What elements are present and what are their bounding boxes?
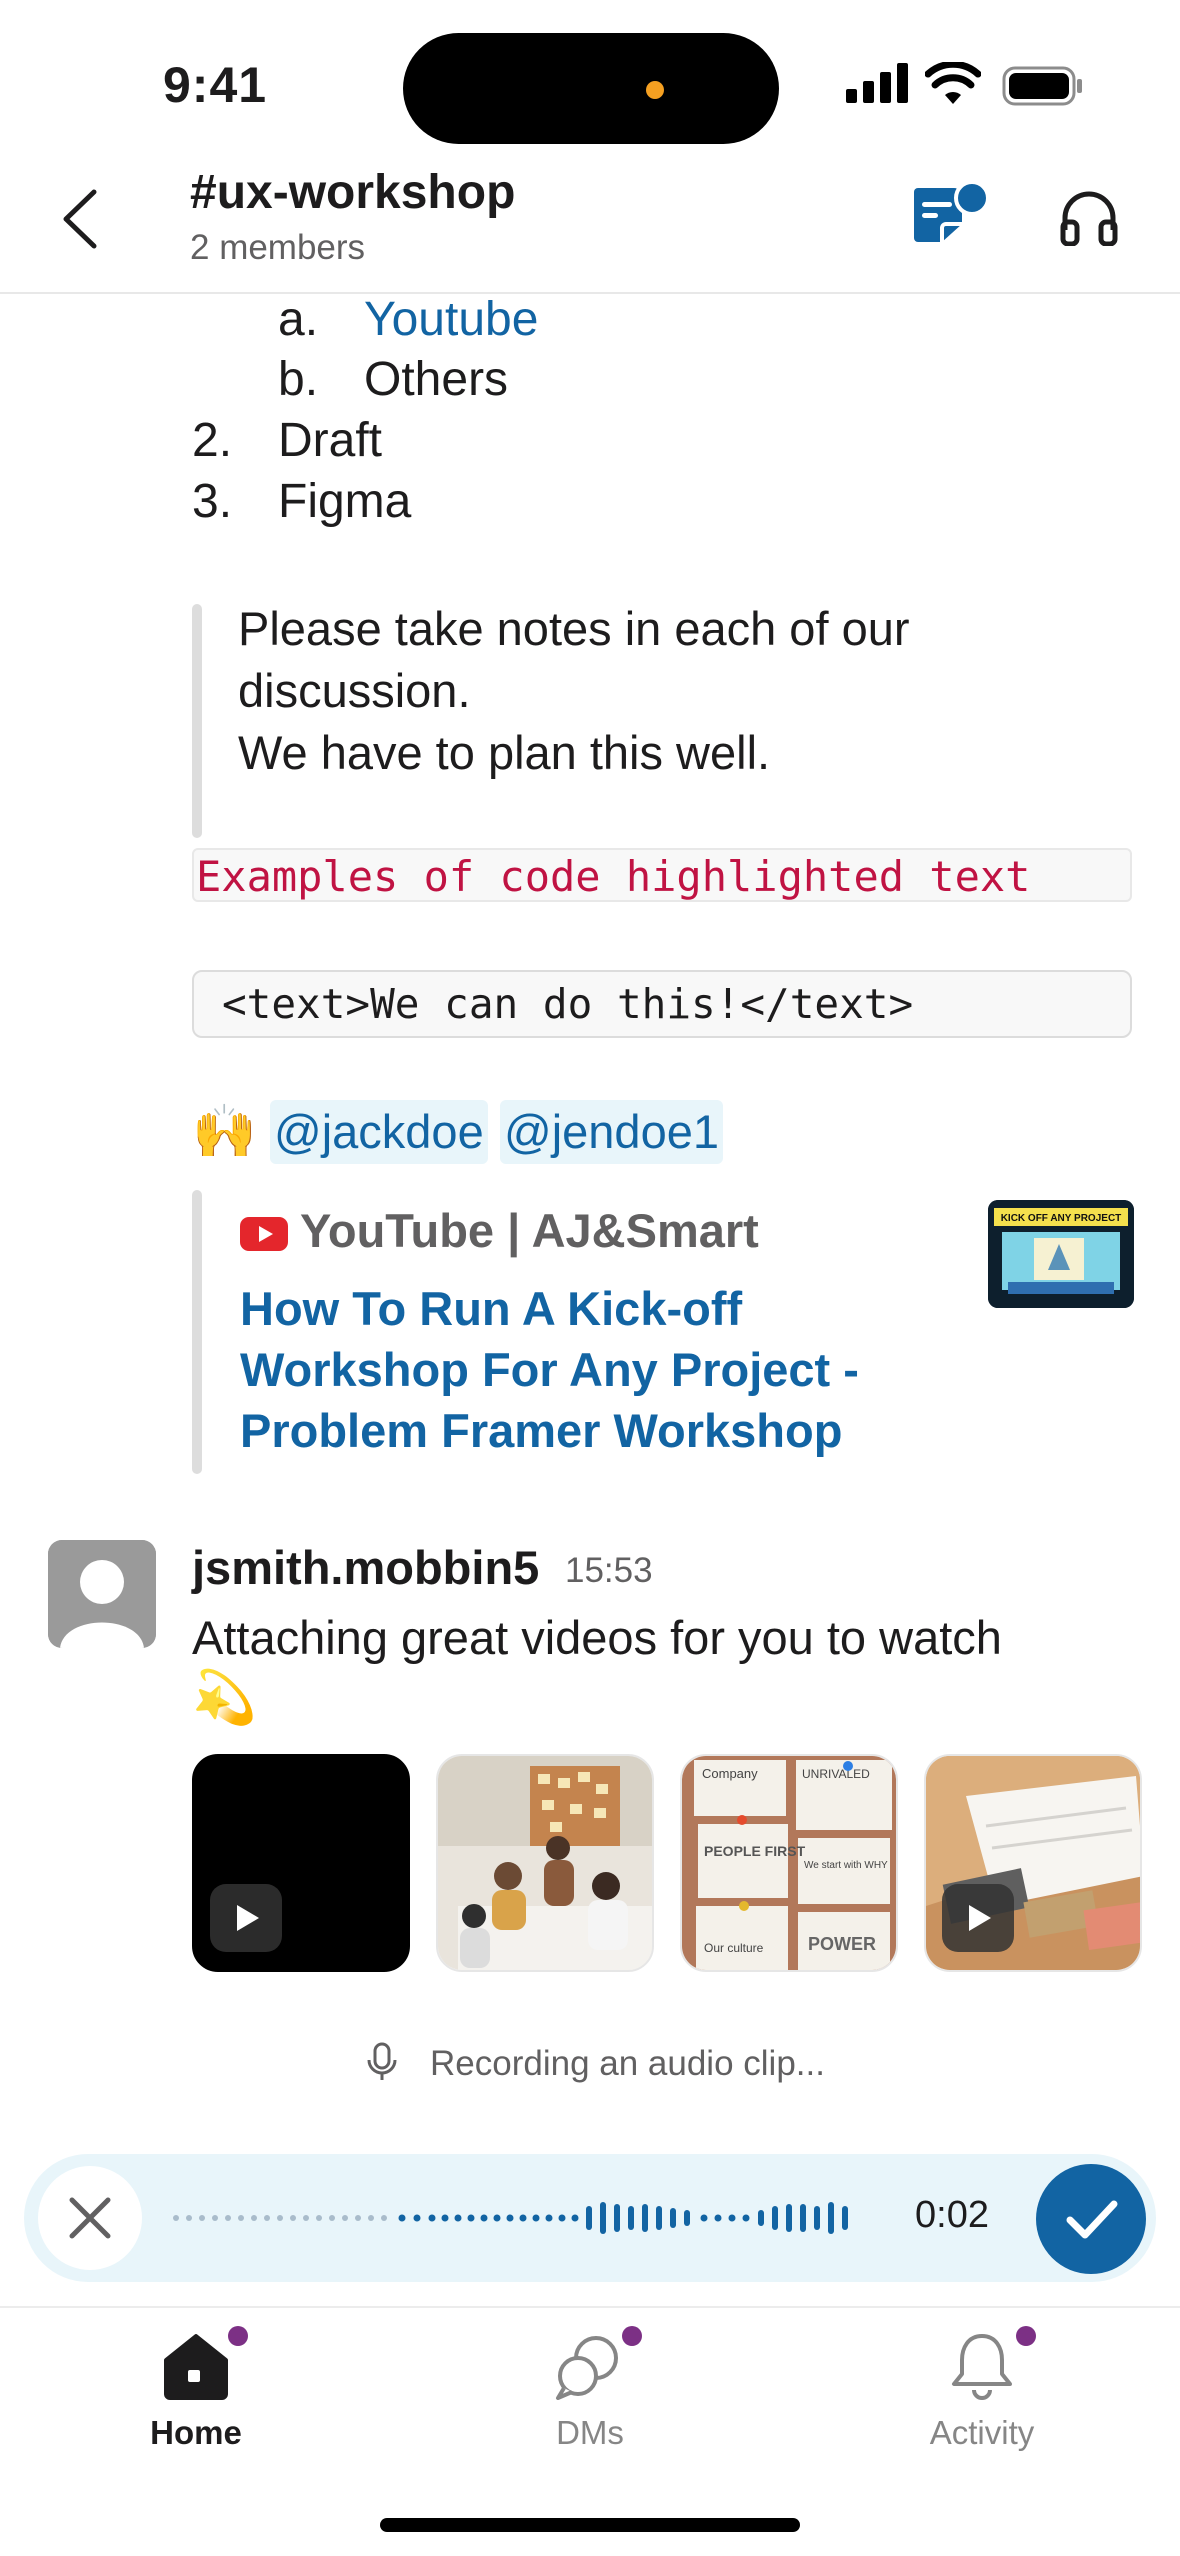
message-author[interactable]: jsmith.mobbin5 xyxy=(192,1540,539,1595)
send-recording-button[interactable] xyxy=(1036,2164,1146,2274)
video-attachment[interactable] xyxy=(192,1754,410,1972)
preview-source: YouTube | AJ&Smart xyxy=(300,1204,759,1257)
close-icon[interactable] xyxy=(38,2166,142,2270)
message-text: Attaching great videos for you to watch … xyxy=(192,1608,1112,1729)
headphones-icon[interactable] xyxy=(1060,190,1118,246)
preview-title-line: How To Run A Kick-off xyxy=(240,1282,743,1335)
canvas-notification-dot xyxy=(954,180,990,216)
mention-jackdoe[interactable]: @jackdoe xyxy=(270,1100,488,1164)
home-icon xyxy=(164,2334,228,2400)
activity-notification-dot xyxy=(1016,2326,1036,2346)
raised-hands-emoji: 🙌 xyxy=(192,1103,257,1161)
inline-code-text: Examples of code highlighted text xyxy=(196,852,1031,901)
tab-dms[interactable]: DMs xyxy=(460,2316,720,2456)
quote-line: discussion. xyxy=(238,664,471,717)
image-attachment[interactable]: Company UNRIVALED PEOPLE FIRST We start … xyxy=(680,1754,898,1972)
play-icon[interactable] xyxy=(942,1884,1014,1952)
list-marker-3: 3. xyxy=(192,475,233,528)
tab-bar-divider xyxy=(0,2306,1180,2308)
dms-notification-dot xyxy=(622,2326,642,2346)
dizzy-emoji: 💫 xyxy=(192,1669,257,1727)
back-chevron-icon[interactable] xyxy=(60,188,100,250)
blockquote: Please take notes in each of our discuss… xyxy=(238,598,1058,784)
tab-label-activity: Activity xyxy=(929,2414,1035,2451)
camera-indicator-dot xyxy=(646,81,664,99)
sticky-note-text: PEOPLE FIRST xyxy=(704,1843,806,1859)
thumbnail-caption: KICK OFF ANY PROJECT xyxy=(1001,1213,1122,1224)
checkmark-icon[interactable] xyxy=(1036,2164,1146,2274)
avatar[interactable] xyxy=(48,1540,156,1648)
sticky-note-text: Our culture xyxy=(704,1941,764,1955)
code-block-text: <text>We can do this!</text> xyxy=(222,980,914,1028)
code-block: <text>We can do this!</text> xyxy=(192,970,1132,1038)
tab-activity[interactable]: Activity xyxy=(852,2316,1112,2456)
status-time: 9:41 xyxy=(163,57,268,113)
list-marker-2: 2. xyxy=(192,414,233,467)
channel-member-count[interactable]: 2 members xyxy=(190,228,365,268)
channel-title[interactable]: #ux-workshop xyxy=(190,165,515,220)
preview-bar xyxy=(192,1190,202,1474)
play-icon[interactable] xyxy=(210,1884,282,1952)
preview-title-line: Workshop For Any Project - xyxy=(240,1343,859,1396)
waveform xyxy=(173,2202,848,2234)
battery-icon xyxy=(1002,66,1082,106)
bell-icon xyxy=(952,2334,1012,2400)
quote-line: Please take notes in each of our xyxy=(238,602,910,655)
sticky-note-text: POWER xyxy=(808,1934,876,1954)
list-item-figma: Figma xyxy=(278,475,412,528)
sticky-note-text: UNRIVALED xyxy=(802,1767,870,1781)
home-notification-dot xyxy=(228,2326,248,2346)
preview-thumbnail[interactable]: KICK OFF ANY PROJECT xyxy=(988,1200,1134,1308)
image-attachment[interactable] xyxy=(436,1754,654,1972)
microphone-icon xyxy=(367,2042,397,2080)
dynamic-island xyxy=(403,33,779,144)
quote-line: We have to plan this well. xyxy=(238,726,771,779)
youtube-link[interactable]: Youtube xyxy=(364,292,538,347)
home-indicator xyxy=(380,2518,800,2532)
wifi-icon xyxy=(925,62,981,104)
tab-home[interactable]: Home xyxy=(66,2316,326,2456)
preview-title-link[interactable]: How To Run A Kick-off Workshop For Any P… xyxy=(240,1278,930,1461)
sub-list-marker-a: a. xyxy=(278,293,319,346)
inline-code: Examples of code highlighted text xyxy=(192,848,1132,902)
message-body: Attaching great videos for you to watch xyxy=(192,1611,1002,1664)
cellular-signal-icon xyxy=(846,63,908,103)
dms-icon xyxy=(556,2336,618,2400)
youtube-icon xyxy=(240,1217,288,1251)
list-item-draft: Draft xyxy=(278,414,383,467)
sticky-note-text: We start with WHY xyxy=(804,1860,888,1871)
recording-timer: 0:02 xyxy=(915,2194,989,2236)
preview-title-line: Problem Framer Workshop xyxy=(240,1404,843,1457)
recording-status: Recording an audio clip... xyxy=(430,2044,825,2083)
sticky-note-text: Company xyxy=(702,1766,758,1781)
tab-label-home: Home xyxy=(150,2414,242,2451)
quote-bar xyxy=(192,604,202,838)
header-divider xyxy=(0,292,1180,294)
video-attachment[interactable] xyxy=(924,1754,1142,1972)
sub-list-item-others: Others xyxy=(364,353,509,406)
sub-list-marker-b: b. xyxy=(278,353,319,406)
cancel-recording-button[interactable] xyxy=(38,2166,142,2270)
message-time: 15:53 xyxy=(565,1551,653,1590)
tab-label-dms: DMs xyxy=(556,2414,624,2451)
mention-jendoe1[interactable]: @jendoe1 xyxy=(500,1100,723,1164)
